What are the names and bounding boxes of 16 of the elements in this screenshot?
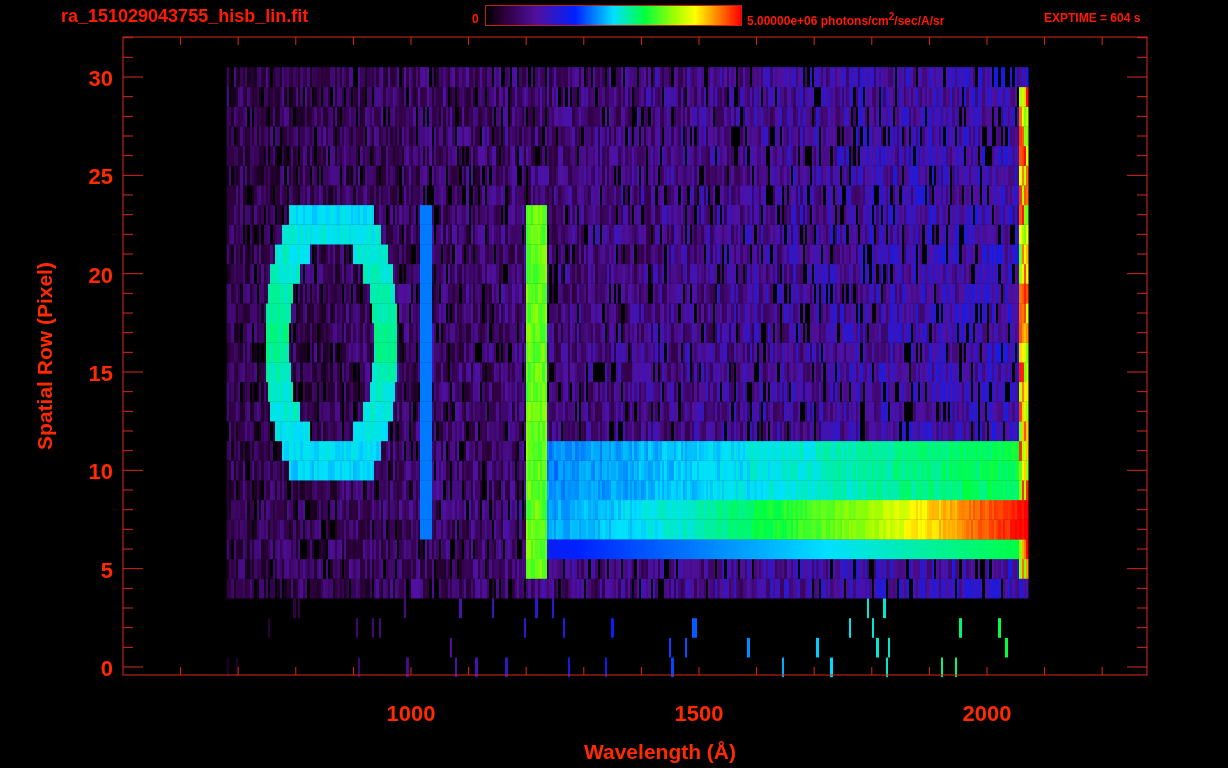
x-tick-label: 1500 <box>674 701 724 726</box>
y-axis-label: Spatial Row (Pixel) <box>33 262 56 450</box>
exposure-label: EXPTIME = 604 s <box>1044 11 1141 25</box>
x-axis-label: Wavelength (Å) <box>583 740 737 763</box>
x-tick-label: 1000 <box>386 701 436 726</box>
y-tick-label: 5 <box>100 557 113 583</box>
y-tick-label: 0 <box>100 656 113 681</box>
colorbar-max-label: 5.00000e+06 photons/cm$^{2}$/sec/A/sr <box>747 11 945 28</box>
y-tick-label: 20 <box>88 262 113 288</box>
y-tick-label: 10 <box>88 459 113 485</box>
y-tick-label: 30 <box>88 66 113 91</box>
colorbar-min-label: 0 <box>472 12 479 26</box>
y-tick-label: 25 <box>88 164 113 190</box>
x-tick-label: 2000 <box>962 701 1012 726</box>
file-title: ra_151029043755_hisb_lin.fit <box>61 6 309 27</box>
y-tick-label: 15 <box>88 361 113 386</box>
